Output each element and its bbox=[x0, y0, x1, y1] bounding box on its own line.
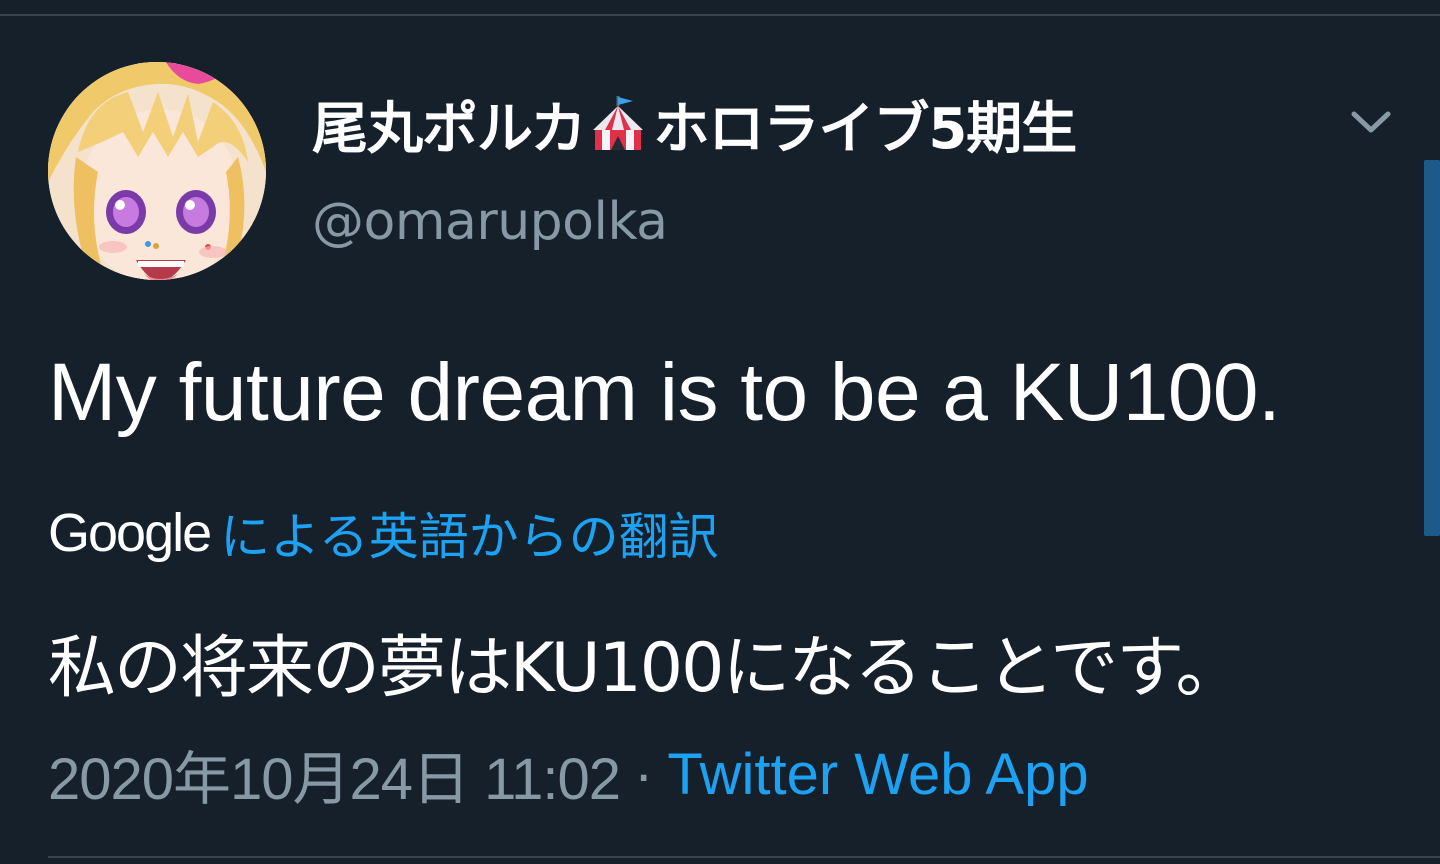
tweet-menu-button[interactable] bbox=[1346, 100, 1396, 144]
display-name-part1: 尾丸ポルカ bbox=[312, 96, 586, 162]
bottom-divider bbox=[48, 856, 1440, 858]
display-name-part2: ホロライブ5期生 bbox=[653, 96, 1077, 162]
translation-attribution: Google による英語からの翻訳 bbox=[48, 498, 719, 568]
top-divider bbox=[0, 14, 1440, 16]
google-logo: Google bbox=[48, 503, 212, 563]
circus-tent-icon bbox=[589, 94, 647, 154]
meta-separator: · bbox=[634, 741, 654, 807]
tweet-detail-view: 尾丸ポルカ ホロライブ5期生 @omarupolka My future dre… bbox=[0, 0, 1440, 864]
source-link[interactable]: Twitter Web App bbox=[667, 741, 1088, 808]
translation-link[interactable]: による英語からの翻訳 bbox=[220, 497, 719, 569]
timestamp[interactable]: 2020年10月24日 11:02 bbox=[48, 732, 621, 816]
tweet-text: My future dream is to be a KU100. bbox=[48, 347, 1281, 438]
scrollbar[interactable] bbox=[1424, 160, 1440, 536]
chevron-down-icon bbox=[1351, 111, 1391, 133]
tweet-meta: 2020年10月24日 11:02 · Twitter Web App bbox=[48, 738, 1089, 813]
avatar[interactable] bbox=[48, 62, 266, 280]
user-handle[interactable]: @omarupolka bbox=[312, 192, 668, 252]
display-name[interactable]: 尾丸ポルカ ホロライブ5期生 bbox=[312, 88, 1077, 162]
translated-text: 私の将来の夢はKU100になることです。 bbox=[48, 629, 1243, 708]
avatar-image bbox=[48, 62, 266, 280]
